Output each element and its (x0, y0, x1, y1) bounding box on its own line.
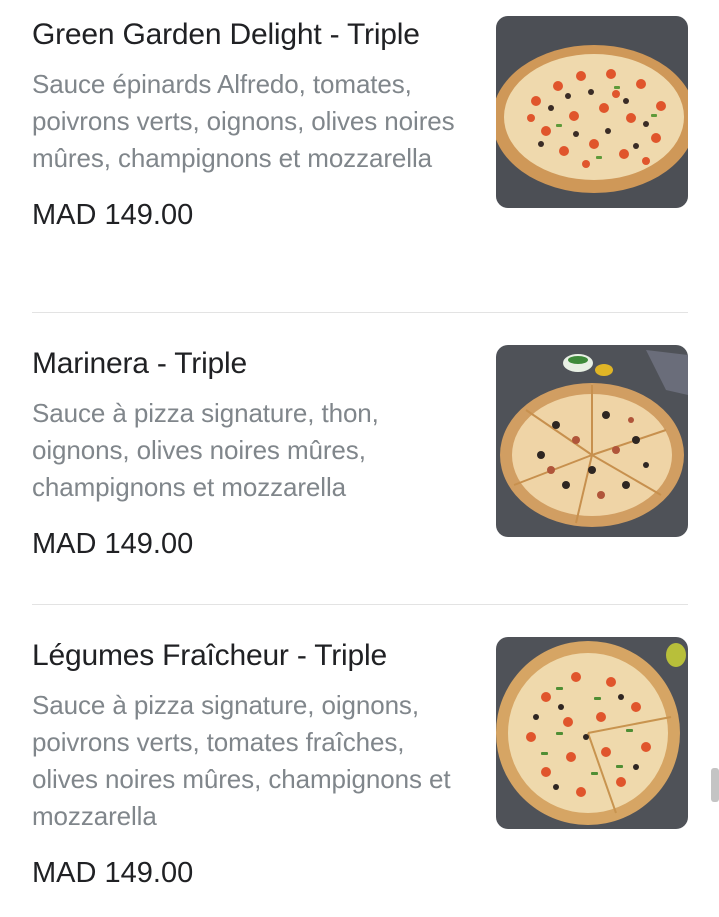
item-description: Sauce épinards Alfredo, tomates, poivron… (32, 69, 455, 173)
item-description: Sauce à pizza signature, thon, oignons, … (32, 398, 379, 502)
divider (32, 312, 688, 313)
scrollbar-thumb[interactable] (711, 768, 719, 802)
item-price: MAD 149.00 (32, 528, 194, 560)
menu-item-text: Marinera - Triple Sauce à pizza signatur… (32, 345, 472, 562)
item-price: MAD 149.00 (32, 857, 194, 889)
item-title: Légumes Fraîcheur - Triple (32, 639, 387, 672)
item-title: Green Garden Delight - Triple (32, 18, 420, 51)
menu-list: Green Garden Delight - Triple Sauce épin… (0, 0, 719, 917)
pizza-photo-legumes-fraicheur[interactable] (496, 637, 688, 829)
menu-item-text: Légumes Fraîcheur - Triple Sauce à pizza… (32, 637, 472, 891)
pizza-photo-green-garden[interactable] (496, 16, 688, 208)
item-price: MAD 149.00 (32, 199, 194, 231)
divider (32, 604, 688, 605)
menu-item-text: Green Garden Delight - Triple Sauce épin… (32, 16, 472, 233)
item-description: Sauce à pizza signature, oignons, poivro… (32, 690, 451, 831)
item-title: Marinera - Triple (32, 347, 247, 380)
pizza-photo-marinera[interactable] (496, 345, 688, 537)
